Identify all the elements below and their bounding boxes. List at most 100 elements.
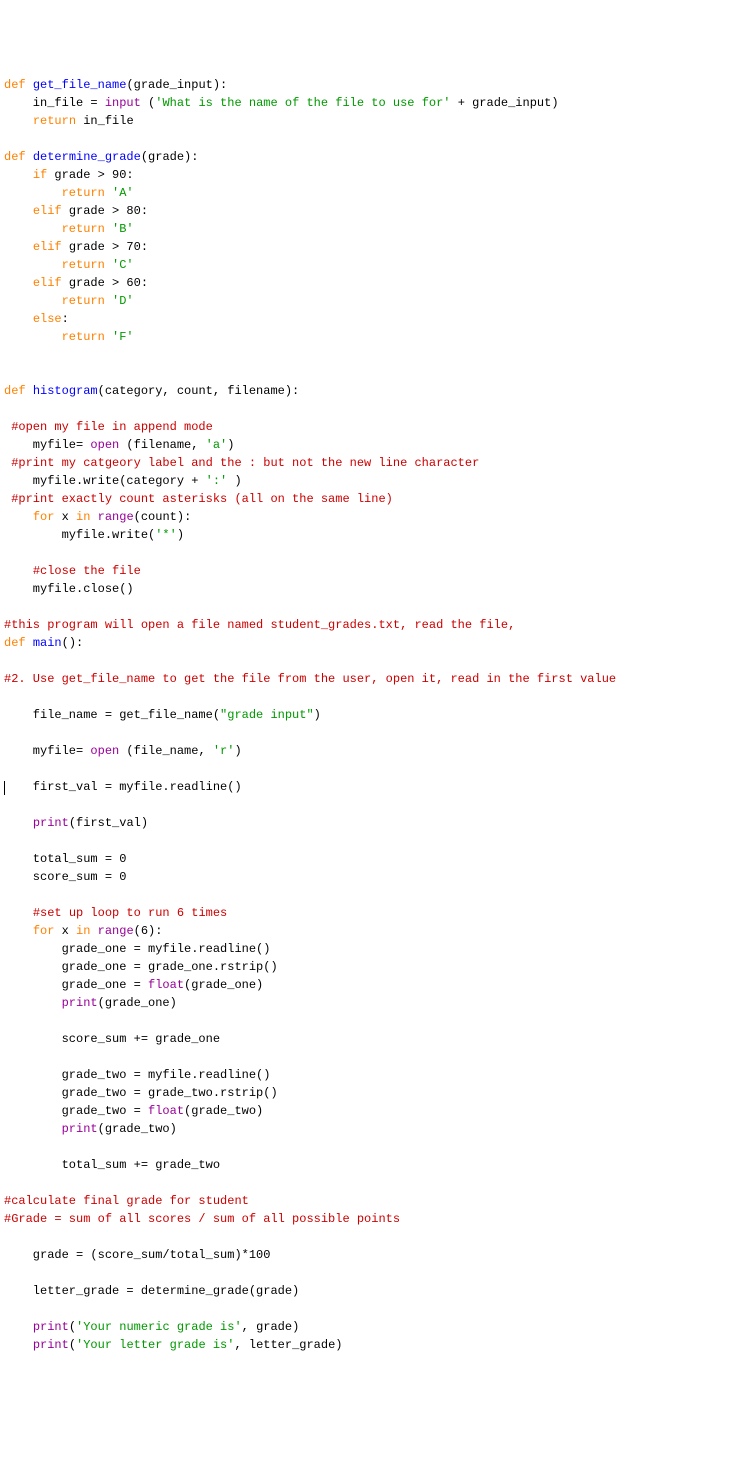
code-text xyxy=(4,186,62,200)
code-text: ) xyxy=(227,474,241,488)
builtin: float xyxy=(148,1104,184,1118)
string-literal: 'What is the name of the file to use for… xyxy=(155,96,450,110)
keyword-in: in xyxy=(76,924,90,938)
comment: #set up loop to run 6 times xyxy=(33,906,227,920)
keyword-return: return xyxy=(62,294,105,308)
builtin: print xyxy=(33,816,69,830)
builtin: print xyxy=(33,1338,69,1352)
string-literal: 'F' xyxy=(112,330,134,344)
code-text: (grade_two) xyxy=(184,1104,263,1118)
keyword-return: return xyxy=(62,186,105,200)
code-text: (grade): xyxy=(141,150,199,164)
code-text: x xyxy=(54,510,76,524)
code-text: (grade_input): xyxy=(126,78,227,92)
code-text xyxy=(4,312,33,326)
keyword-def: def xyxy=(4,78,26,92)
code-text: grade > 80: xyxy=(62,204,148,218)
code-text xyxy=(4,258,62,272)
code-text xyxy=(4,168,33,182)
string-literal: 'r' xyxy=(213,744,235,758)
string-literal: 'D' xyxy=(112,294,134,308)
comment: #this program will open a file named stu… xyxy=(4,618,515,632)
comment: #open my file in append mode xyxy=(4,420,213,434)
code-text xyxy=(4,240,33,254)
builtin: input xyxy=(105,96,141,110)
string-literal: '*' xyxy=(155,528,177,542)
code-text: myfile.write(category + xyxy=(4,474,206,488)
keyword-return: return xyxy=(33,114,76,128)
code-text: ( xyxy=(69,1338,76,1352)
code-text: ) xyxy=(234,744,241,758)
code-text xyxy=(4,510,33,524)
keyword-elif: elif xyxy=(33,204,62,218)
code-text xyxy=(4,222,62,236)
code-text: grade_two = xyxy=(4,1104,148,1118)
code-text: x xyxy=(54,924,76,938)
code-text: (first_val) xyxy=(69,816,148,830)
code-text: myfile= xyxy=(4,438,90,452)
code-text: , letter_grade) xyxy=(234,1338,342,1352)
code-text xyxy=(4,924,33,938)
function-name: main xyxy=(33,636,62,650)
string-literal: ':' xyxy=(206,474,228,488)
keyword-for: for xyxy=(33,510,55,524)
code-text xyxy=(4,1320,33,1334)
string-literal: 'Your numeric grade is' xyxy=(76,1320,242,1334)
function-name: get_file_name xyxy=(33,78,127,92)
code-text: score_sum += grade_one xyxy=(4,1032,220,1046)
code-text: grade > 60: xyxy=(62,276,148,290)
builtin: float xyxy=(148,978,184,992)
comment: #close the file xyxy=(33,564,141,578)
builtin: range xyxy=(98,510,134,524)
function-name: histogram xyxy=(33,384,98,398)
keyword-else: else xyxy=(33,312,62,326)
code-text: ) xyxy=(314,708,321,722)
builtin: print xyxy=(62,1122,98,1136)
keyword-elif: elif xyxy=(33,276,62,290)
code-text: grade > 70: xyxy=(62,240,148,254)
keyword-return: return xyxy=(62,330,105,344)
code-text xyxy=(4,330,62,344)
code-text: grade = (score_sum/total_sum)*100 xyxy=(4,1248,270,1262)
string-literal: "grade input" xyxy=(220,708,314,722)
code-text xyxy=(4,114,33,128)
code-text: (grade_two) xyxy=(98,1122,177,1136)
code-text: (grade_one) xyxy=(98,996,177,1010)
code-text xyxy=(4,816,33,830)
comment: #Grade = sum of all scores / sum of all … xyxy=(4,1212,400,1226)
code-text: grade_one = grade_one.rstrip() xyxy=(4,960,278,974)
string-literal: 'C' xyxy=(112,258,134,272)
code-text: (file_name, xyxy=(119,744,213,758)
code-text: (grade_one) xyxy=(184,978,263,992)
builtin: print xyxy=(62,996,98,1010)
code-editor: def get_file_name(grade_input): in_file … xyxy=(4,76,736,1354)
keyword-in: in xyxy=(76,510,90,524)
code-text: (category, count, filename): xyxy=(98,384,300,398)
code-text: grade_two = myfile.readline() xyxy=(4,1068,270,1082)
keyword-def: def xyxy=(4,636,26,650)
code-text: grade_one = xyxy=(4,978,148,992)
code-text: grade_one = myfile.readline() xyxy=(4,942,270,956)
function-name: determine_grade xyxy=(33,150,141,164)
builtin: open xyxy=(90,438,119,452)
code-text: (): xyxy=(62,636,84,650)
code-text: grade > 90: xyxy=(47,168,133,182)
keyword-for: for xyxy=(33,924,55,938)
builtin: print xyxy=(33,1320,69,1334)
code-text xyxy=(4,996,62,1010)
code-text xyxy=(4,1338,33,1352)
comment: #calculate final grade for student xyxy=(4,1194,249,1208)
comment: #print exactly count asterisks (all on t… xyxy=(4,492,393,506)
code-text: , grade) xyxy=(242,1320,300,1334)
code-text: grade_two = grade_two.rstrip() xyxy=(4,1086,278,1100)
code-text: letter_grade = determine_grade(grade) xyxy=(4,1284,299,1298)
builtin: open xyxy=(90,744,119,758)
code-text: myfile= xyxy=(4,744,90,758)
code-text: + grade_input) xyxy=(451,96,559,110)
code-text xyxy=(4,906,33,920)
code-text xyxy=(4,294,62,308)
code-text: score_sum = 0 xyxy=(4,870,126,884)
code-text xyxy=(4,564,33,578)
keyword-def: def xyxy=(4,384,26,398)
keyword-if: if xyxy=(33,168,47,182)
